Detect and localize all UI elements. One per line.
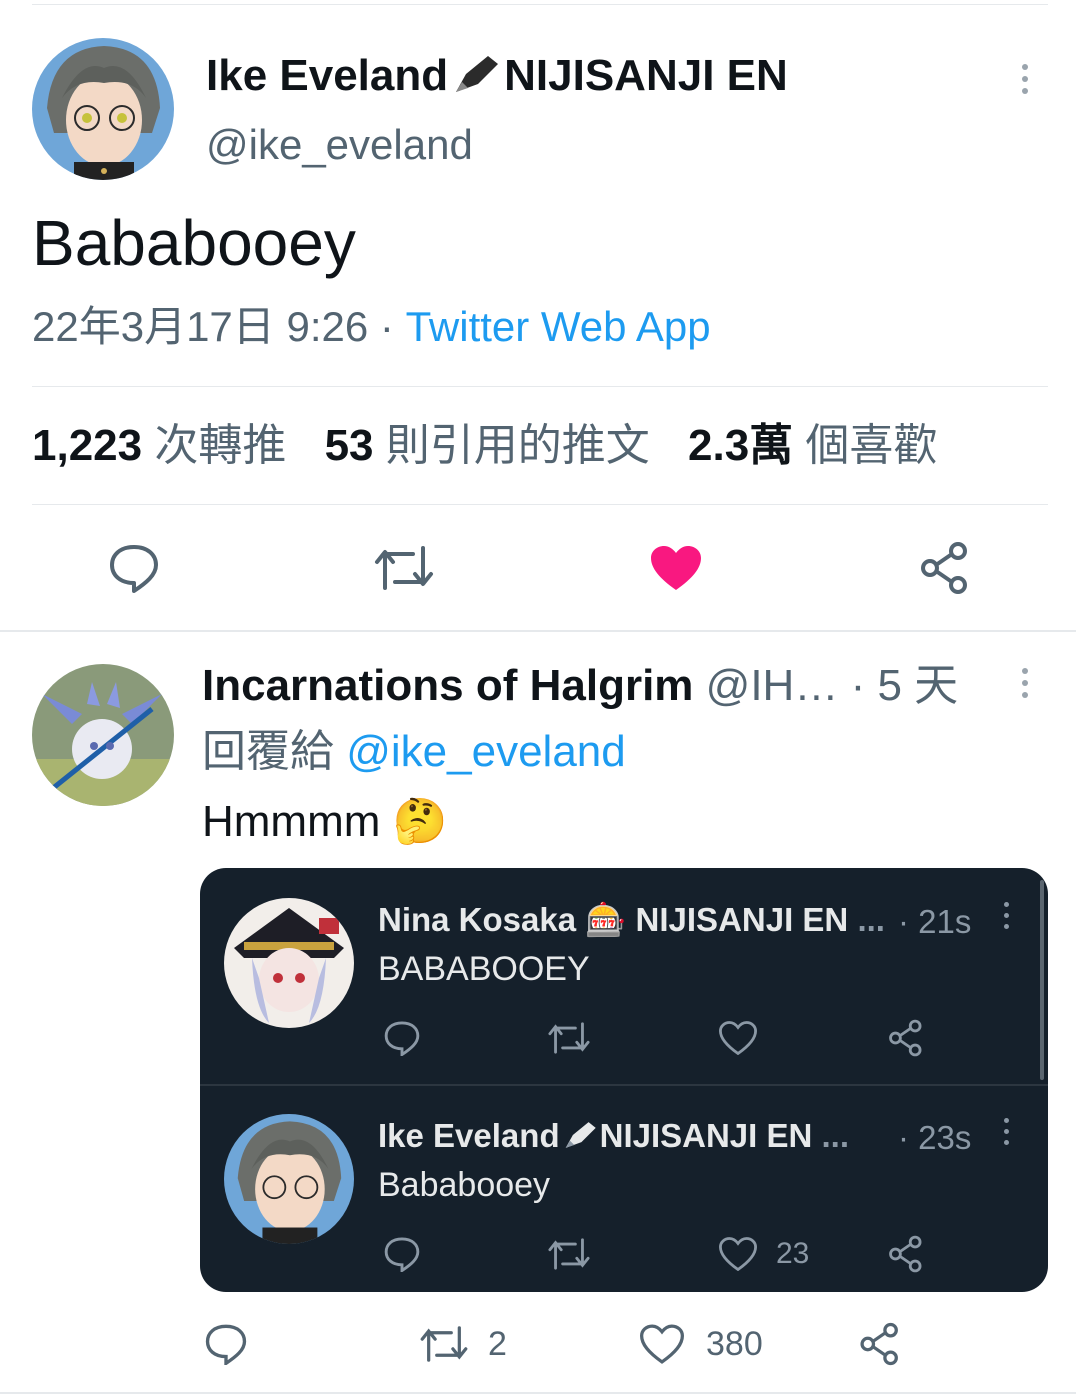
nina-avatar-image [224, 898, 354, 1028]
small-pen-icon [565, 1122, 596, 1148]
embedded-image[interactable]: Nina Kosaka 🎰 NIJISANJI EN ... · 21s BAB… [200, 868, 1048, 1292]
embedded-divider [200, 1084, 1048, 1086]
reply-like-button[interactable] [638, 1320, 686, 1368]
reply-context: 回覆給 @ike_eveland [202, 726, 626, 778]
nina-more-icon [1004, 902, 1012, 935]
reply-button[interactable] [104, 538, 164, 598]
ike-small-text: Bababooey [378, 1166, 551, 1204]
ike-small-avatar [224, 1114, 354, 1244]
tweet-stats: 1,223 次轉推 53 則引用的推文 2.3萬 個喜歡 [32, 420, 937, 472]
like-button[interactable] [644, 538, 708, 598]
nina-share-icon [884, 1016, 928, 1060]
embedded-scrollbar [1040, 880, 1044, 1080]
ike-small-name-row: Ike Eveland NIJISANJI EN ... [378, 1116, 849, 1156]
tweet-text: Bababooey [32, 207, 356, 279]
retweets-label: 次轉推 [154, 421, 287, 470]
pen-icon [456, 56, 499, 92]
meta-separator: · [379, 303, 394, 350]
retweets-count: 1,223 [32, 421, 143, 470]
quotes-stat[interactable]: 53 則引用的推文 [325, 421, 650, 470]
thread-divider [0, 630, 1076, 632]
ike-avatar-image [32, 38, 174, 180]
stats-top-divider [32, 386, 1048, 387]
reply-share-icon [860, 1322, 898, 1366]
author-display-name: Ike Eveland [206, 51, 449, 100]
reply-text-row: Hmmmm 🤔 [202, 794, 447, 850]
reply-icon [110, 545, 158, 593]
nina-name-row: Nina Kosaka 🎰 NIJISANJI EN ... [378, 900, 885, 940]
tweet-author-name[interactable]: Ike Eveland NIJISANJI EN [206, 50, 788, 102]
nina-like-icon [716, 1016, 760, 1060]
ike-small-avatar-image [224, 1114, 354, 1244]
reply-to-link[interactable]: @ike_eveland [346, 727, 626, 776]
reply-text: Hmmmm [202, 797, 381, 846]
reply-author-name[interactable]: Incarnations of Halgrim [202, 661, 693, 710]
ike-small-time: · 23s [898, 1119, 972, 1156]
reply-share-button[interactable] [856, 1320, 904, 1368]
reply-like-count: 380 [706, 1325, 763, 1363]
ike-small-retweet-icon [546, 1232, 592, 1276]
likes-label: 個喜歡 [805, 421, 938, 470]
reply-retweet-icon [420, 1326, 468, 1362]
more-options-icon[interactable] [1022, 64, 1030, 100]
share-button[interactable] [914, 538, 976, 598]
bottom-divider [0, 1392, 1076, 1394]
halgrim-avatar-image [32, 664, 174, 806]
nina-reply-icon [380, 1016, 424, 1060]
ike-small-name-suffix: NIJISANJI EN [599, 1117, 813, 1154]
nina-ellipsis: ... [857, 901, 885, 938]
retweet-icon [375, 546, 433, 590]
quotes-label: 則引用的推文 [385, 421, 650, 470]
reply-author-handle[interactable]: @IH… [706, 661, 839, 710]
tweet-author-handle[interactable]: @ike_eveland [206, 120, 473, 170]
nina-display-name: Nina Kosaka [378, 901, 577, 938]
thinking-face-icon: 🤔 [392, 796, 448, 847]
ike-small-display-name: Ike Eveland [378, 1117, 560, 1154]
likes-count: 2.3萬 [688, 421, 794, 470]
nina-retweet-icon [546, 1016, 592, 1060]
reply-header: Incarnations of Halgrim @IH… · 5 天 [202, 660, 958, 712]
reply-like-icon [640, 1324, 684, 1364]
slot-machine-icon: 🎰 [585, 901, 627, 938]
reply-more-options-icon[interactable] [1022, 668, 1030, 704]
ike-avatar[interactable] [32, 38, 174, 180]
tweet-meta: 22年3月17日 9:26 · Twitter Web App [32, 302, 711, 352]
reply-time[interactable]: · 5 天 [851, 661, 959, 710]
ike-small-like-icon [716, 1232, 760, 1276]
tweet-source-link[interactable]: Twitter Web App [406, 303, 711, 350]
ike-small-reply-icon [380, 1232, 424, 1276]
nina-time: · 21s [898, 903, 972, 940]
quotes-count: 53 [324, 421, 374, 470]
reply-retweet-count: 2 [488, 1325, 507, 1363]
reply-reply-icon [205, 1324, 247, 1365]
top-divider [32, 4, 1048, 5]
stats-bottom-divider [32, 504, 1048, 505]
halgrim-avatar[interactable] [32, 664, 174, 806]
reply-prefix: 回覆給 [202, 727, 334, 776]
heart-filled-icon [651, 546, 701, 590]
tweet-date[interactable]: 22年3月17日 9:26 [32, 303, 368, 350]
retweet-button[interactable] [372, 538, 436, 598]
reply-retweet-button[interactable] [418, 1320, 470, 1368]
nina-name-suffix: NIJISANJI EN [635, 901, 849, 938]
nina-avatar [224, 898, 354, 1028]
ike-small-like-count: 23 [776, 1237, 810, 1270]
likes-stat[interactable]: 2.3萬 個喜歡 [688, 421, 937, 470]
ike-small-share-icon [884, 1232, 928, 1276]
retweets-stat[interactable]: 1,223 次轉推 [32, 421, 286, 470]
reply-reply-button[interactable] [202, 1320, 250, 1368]
ike-small-more-icon [1004, 1118, 1012, 1151]
ike-small-ellipsis: ... [821, 1117, 850, 1154]
share-icon [921, 542, 967, 594]
author-name-suffix: NIJISANJI EN [504, 51, 788, 100]
nina-text: BABABOOEY [378, 950, 590, 988]
